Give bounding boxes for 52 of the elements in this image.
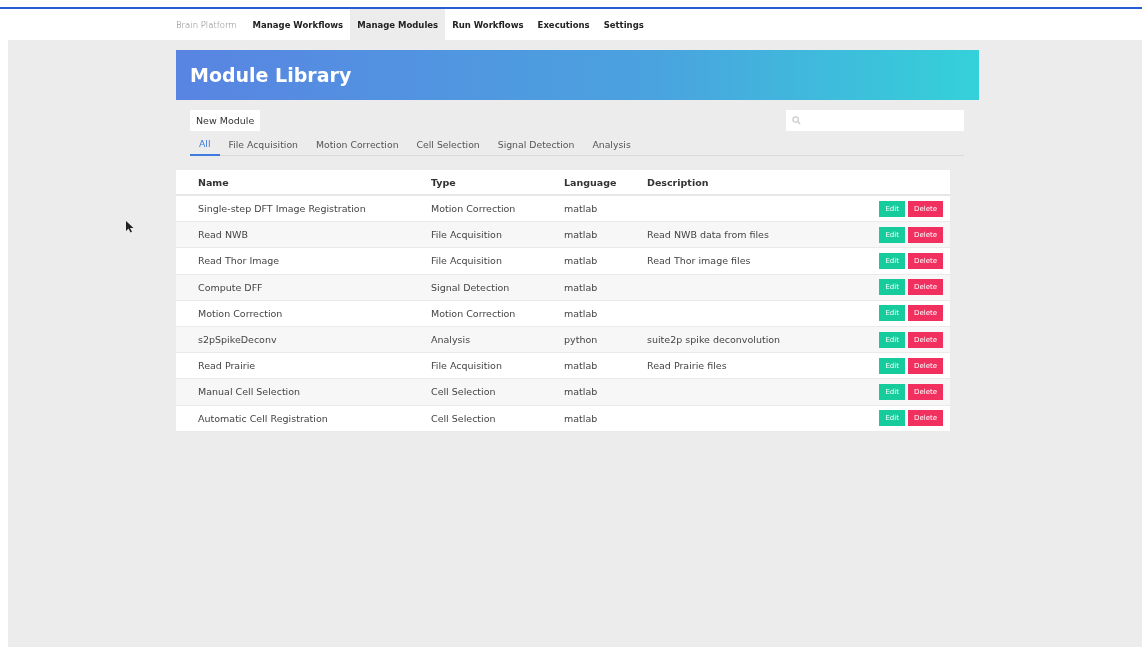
new-module-button[interactable]: New Module [190, 110, 261, 131]
filter-tab[interactable]: File Acquisition [219, 133, 307, 155]
table-cell: matlab [564, 307, 598, 319]
table-cell: matlab [564, 229, 598, 241]
table-cell: Analysis [431, 334, 471, 346]
filter-tab[interactable]: Cell Selection [407, 133, 489, 155]
table-cell: Read Thor image files [647, 255, 751, 267]
table-cell: suite2p spike deconvolution [647, 334, 781, 346]
nav-tab[interactable]: Run Workflows [445, 9, 531, 40]
table-cell: matlab [564, 360, 598, 372]
filter-tab[interactable]: Motion Correction [306, 133, 408, 155]
mouse-cursor-icon [126, 221, 134, 233]
nav-tab[interactable]: Manage Workflows [245, 9, 351, 40]
table-cell: s2pSpikeDeconv [198, 334, 277, 346]
table-cell: Motion Correction [198, 307, 283, 319]
search-field[interactable] [786, 110, 964, 131]
table-cell: File Acquisition [431, 229, 502, 241]
table-cell: matlab [564, 281, 598, 293]
table-cell: Motion Correction [431, 203, 516, 215]
page-title: Module Library [190, 64, 352, 86]
column-header: Language [564, 176, 617, 188]
filter-tab[interactable]: All [190, 133, 220, 156]
table-cell: Cell Selection [431, 386, 496, 398]
table-cell: Read NWB [198, 229, 248, 241]
table-cell: Single-step DFT Image Registration [198, 203, 366, 215]
table-cell: matlab [564, 203, 598, 215]
table-cell: Signal Detection [431, 281, 510, 293]
table-cell: matlab [564, 255, 598, 267]
table-cell: Compute DFF [198, 281, 263, 293]
table-cell: Manual Cell Selection [198, 386, 301, 398]
table-cell: Read Thor Image [198, 255, 280, 267]
nav-tab[interactable]: Settings [596, 9, 651, 40]
column-header: Type [431, 176, 456, 188]
search-icon [792, 116, 801, 125]
table-cell: File Acquisition [431, 360, 502, 372]
table-cell: matlab [564, 412, 598, 424]
column-header: Name [198, 176, 229, 188]
table-cell: python [564, 334, 598, 346]
filter-tab[interactable]: Signal Detection [488, 133, 584, 155]
table-cell: matlab [564, 386, 598, 398]
filter-tab[interactable]: Analysis [583, 133, 640, 155]
table-cell: Read Prairie files [647, 360, 727, 372]
nav-tab[interactable]: Manage Modules [350, 9, 446, 40]
nav-tab[interactable]: Executions [530, 9, 597, 40]
table-cell: Read NWB data from files [647, 229, 769, 241]
table-cell: Read Prairie [198, 360, 256, 372]
column-header: Description [647, 176, 709, 188]
table-cell: Cell Selection [431, 412, 496, 424]
brand-name[interactable]: Brain Platform [167, 9, 246, 40]
table-cell: File Acquisition [431, 255, 502, 267]
table-cell: Motion Correction [431, 307, 516, 319]
table-cell: Automatic Cell Registration [198, 412, 328, 424]
